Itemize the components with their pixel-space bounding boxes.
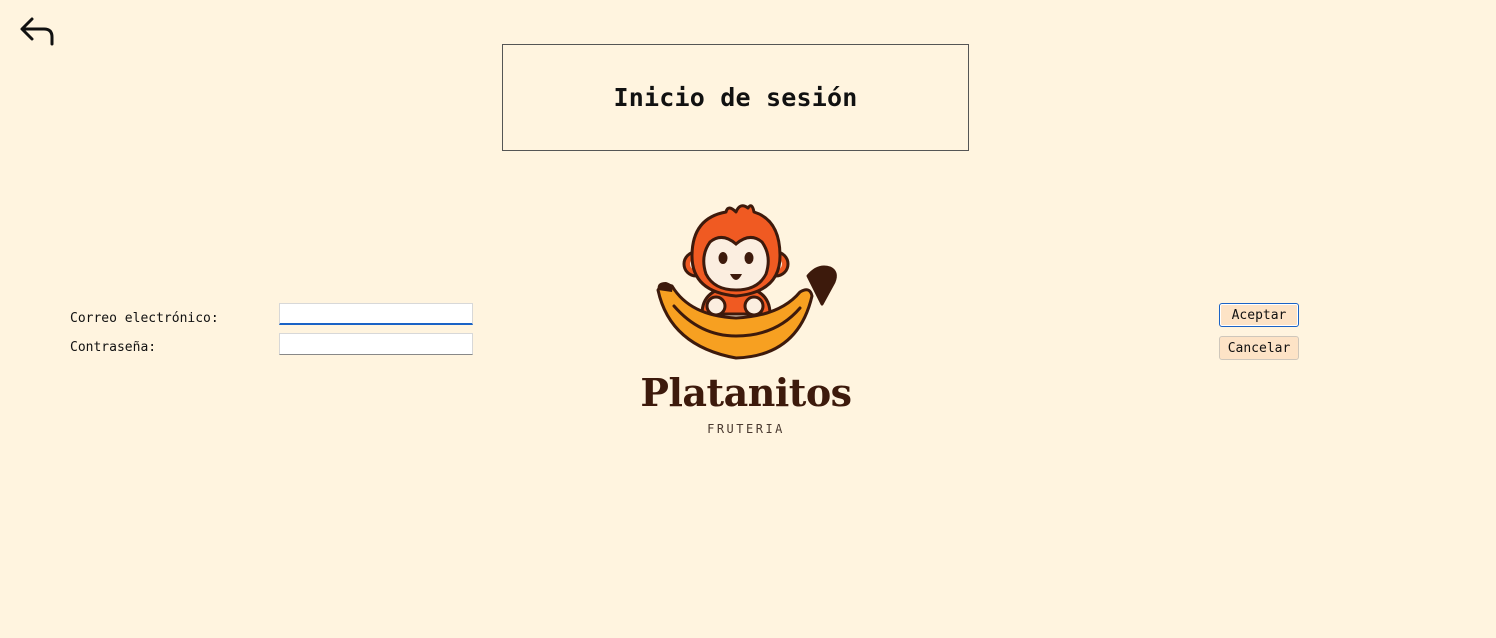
password-label: Contraseña: (70, 340, 157, 355)
brand-name: Platanitos (640, 370, 852, 415)
back-button[interactable] (18, 14, 58, 50)
password-field[interactable] (279, 333, 473, 355)
cancel-button[interactable]: Cancelar (1219, 336, 1299, 360)
accept-button[interactable]: Aceptar (1219, 303, 1299, 327)
email-field[interactable] (279, 303, 473, 325)
page-title-box: Inicio de sesión (502, 44, 969, 151)
brand-tagline: FRUTERIA (707, 422, 785, 436)
page-title: Inicio de sesión (613, 83, 858, 112)
email-label: Correo electrónico: (70, 311, 219, 326)
back-arrow-icon (20, 17, 54, 46)
